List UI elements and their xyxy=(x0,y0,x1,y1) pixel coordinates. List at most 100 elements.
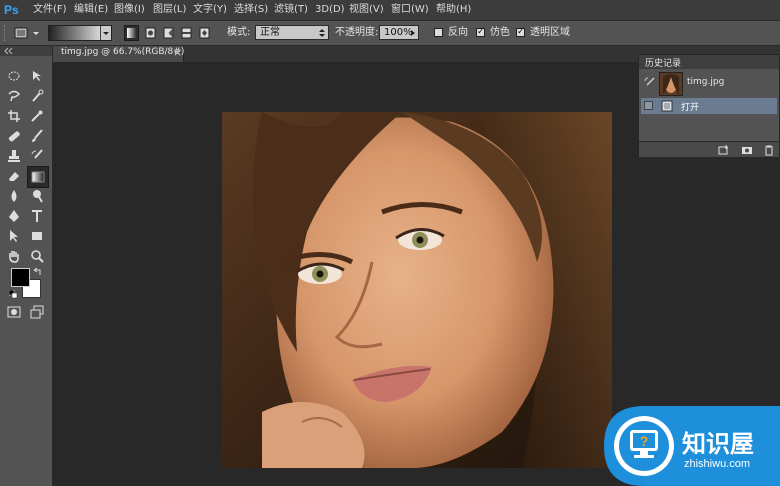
move-icon xyxy=(33,71,41,81)
tool-preset-picker[interactable] xyxy=(12,25,40,41)
linear-gradient-icon xyxy=(127,28,136,38)
tools-panel-header xyxy=(0,46,52,56)
transparency-label: 透明区域 xyxy=(530,27,570,38)
swap-colors-icon[interactable] xyxy=(33,266,42,279)
transparency-checkbox[interactable]: ✓ xyxy=(516,28,525,37)
menu-file[interactable]: 文件(F) xyxy=(33,3,67,17)
history-panel: 历史记录 timg.jpg 打开 xyxy=(638,54,780,157)
history-panel-title[interactable]: 历史记录 xyxy=(645,56,681,69)
history-snapshot[interactable]: timg.jpg xyxy=(641,70,777,97)
tools-panel xyxy=(0,46,53,486)
screen-mode-icon xyxy=(30,305,44,319)
chevron-right-icon xyxy=(411,30,415,36)
path-selection-tool[interactable] xyxy=(6,228,22,244)
radial-gradient-button[interactable] xyxy=(143,25,158,41)
angle-gradient-button[interactable] xyxy=(161,25,176,41)
magnifier-icon xyxy=(31,250,44,263)
mode-value: 正常 xyxy=(260,27,280,38)
menu-help[interactable]: 帮助(H) xyxy=(436,3,471,17)
menu-view[interactable]: 视图(V) xyxy=(349,3,384,17)
pen-icon xyxy=(9,210,19,222)
menu-window[interactable]: 窗口(W) xyxy=(391,3,429,17)
history-brush-source-icon xyxy=(644,77,655,86)
eraser-tool[interactable] xyxy=(6,168,22,184)
brand-url: zhishiwu.com xyxy=(684,458,751,470)
quick-mask-icon xyxy=(7,306,21,318)
portrait-image xyxy=(222,112,612,468)
menu-image[interactable]: 图像(I) xyxy=(114,3,145,17)
type-t-icon xyxy=(32,210,42,222)
document-tab[interactable]: timg.jpg @ 66.7%(RGB/8#) × xyxy=(53,46,184,62)
opacity-input[interactable]: 100% xyxy=(379,25,419,40)
eraser-icon xyxy=(9,172,19,181)
gradient-tool[interactable] xyxy=(27,166,49,188)
crop-icon xyxy=(8,110,20,122)
brand-watermark: ? 知识屋 zhishiwu.com xyxy=(604,406,780,486)
collapse-icon xyxy=(4,47,13,55)
menu-type[interactable]: 文字(Y) xyxy=(193,3,227,17)
chevron-down-icon xyxy=(100,26,111,40)
blur-tool[interactable] xyxy=(6,188,22,204)
crop-tool[interactable] xyxy=(6,108,22,124)
type-tool[interactable] xyxy=(29,208,45,224)
history-brush-tool[interactable] xyxy=(29,148,45,164)
chevron-updown-icon xyxy=(319,29,325,37)
eyedropper-icon xyxy=(31,110,43,122)
gradient-icon xyxy=(31,171,45,183)
marquee-tool[interactable] xyxy=(6,68,22,84)
pen-tool[interactable] xyxy=(6,208,22,224)
arrow-pointer-icon xyxy=(10,230,18,242)
dither-checkbox[interactable]: ✓ xyxy=(476,28,485,37)
svg-text:?: ? xyxy=(640,433,649,449)
menu-filter[interactable]: 滤镜(T) xyxy=(274,3,308,17)
diamond-gradient-icon xyxy=(199,27,210,39)
history-step-checkbox[interactable] xyxy=(644,101,653,110)
reverse-checkbox[interactable] xyxy=(434,28,443,37)
menu-select[interactable]: 选择(S) xyxy=(234,3,268,17)
hand-tool[interactable] xyxy=(6,248,22,264)
menu-edit[interactable]: 编辑(E) xyxy=(74,3,108,17)
photoshop-logo: Ps xyxy=(4,3,19,17)
shape-tool[interactable] xyxy=(29,228,45,244)
drop-icon xyxy=(11,190,17,202)
menu-3d[interactable]: 3D(D) xyxy=(315,3,345,17)
camera-icon[interactable] xyxy=(741,144,753,156)
document-tab-title: timg.jpg @ 66.7%(RGB/8#) xyxy=(61,47,185,57)
new-document-from-state-icon[interactable] xyxy=(717,144,729,156)
brand-name: 知识屋 xyxy=(682,430,754,458)
diamond-gradient-button[interactable] xyxy=(197,25,212,41)
opacity-label: 不透明度: xyxy=(335,27,379,38)
history-brush-icon xyxy=(31,149,43,159)
linear-gradient-button[interactable] xyxy=(124,25,139,41)
clone-stamp-tool[interactable] xyxy=(6,148,22,164)
quick-selection-tool[interactable] xyxy=(29,88,45,104)
brush-tool[interactable] xyxy=(29,128,45,144)
healing-brush-tool[interactable] xyxy=(6,128,22,144)
options-grip xyxy=(4,25,8,41)
screen-mode-button[interactable] xyxy=(29,304,45,320)
mode-select[interactable]: 正常 xyxy=(255,25,329,40)
document-canvas[interactable] xyxy=(222,112,612,468)
dodge-tool[interactable] xyxy=(29,188,45,204)
gradient-tool-icon xyxy=(14,27,39,39)
history-step[interactable]: 打开 xyxy=(641,98,777,114)
lasso-tool[interactable] xyxy=(6,88,22,104)
quick-selection-icon xyxy=(32,89,44,102)
brush-icon xyxy=(32,129,43,142)
move-tool[interactable] xyxy=(29,68,45,84)
zoom-tool[interactable] xyxy=(29,248,45,264)
gradient-picker[interactable] xyxy=(48,25,112,41)
close-icon[interactable]: × xyxy=(173,46,182,59)
eyedropper-tool[interactable] xyxy=(29,108,45,124)
dodge-icon xyxy=(33,190,43,203)
menu-layer[interactable]: 图层(L) xyxy=(153,3,186,17)
foreground-color-swatch[interactable] xyxy=(11,268,30,287)
stamp-icon xyxy=(8,150,20,162)
quick-mask-button[interactable] xyxy=(6,304,22,320)
reflected-gradient-button[interactable] xyxy=(179,25,194,41)
hand-icon xyxy=(9,251,19,263)
snapshot-name: timg.jpg xyxy=(687,77,725,87)
bandage-icon xyxy=(8,131,20,142)
trash-icon[interactable] xyxy=(763,144,775,156)
default-colors-icon[interactable] xyxy=(8,289,18,302)
